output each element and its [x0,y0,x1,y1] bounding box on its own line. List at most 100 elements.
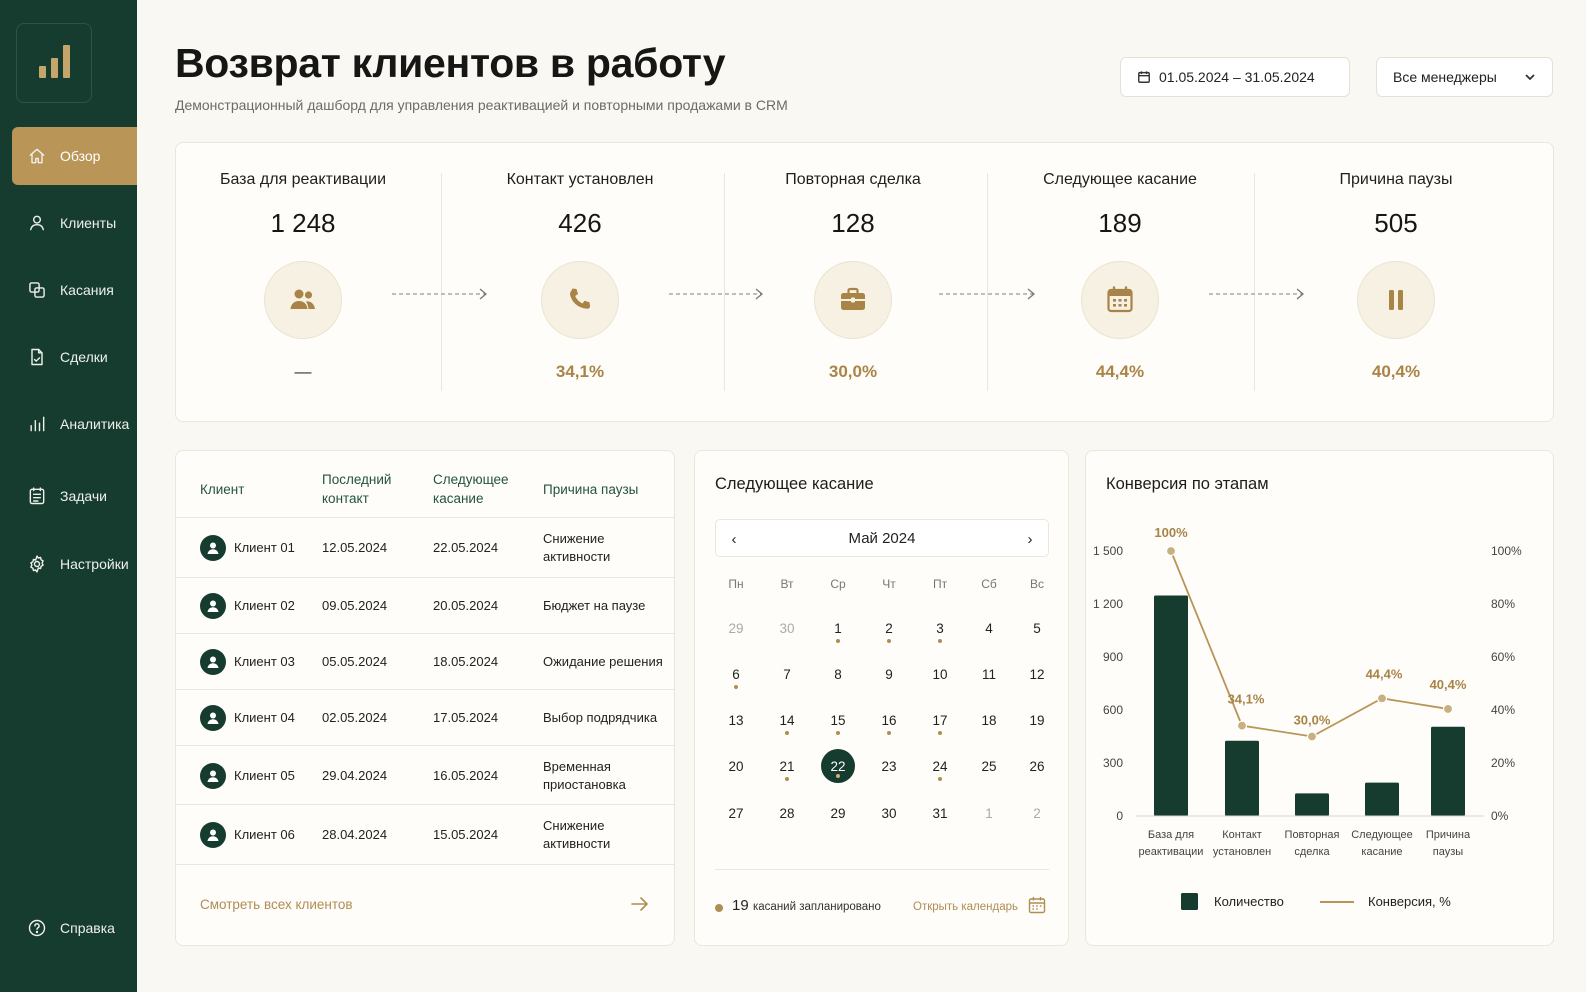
calendar-day[interactable]: 14 [767,711,807,745]
avatar [200,822,226,848]
table-row[interactable]: Клиент 02 09.05.2024 20.05.2024 Бюджет н… [176,577,674,633]
calendar-day[interactable]: 20 [716,757,756,791]
table-row[interactable]: Клиент 04 02.05.2024 17.05.2024 Выбор по… [176,689,674,745]
arrow-right-icon [392,288,488,300]
see-all-clients-link[interactable]: Смотреть всех клиентов [200,897,353,912]
calendar-day[interactable]: 31 [920,804,960,838]
calendar-day[interactable]: 23 [869,757,909,791]
sidebar-item-help[interactable]: Справка [12,899,137,957]
avatar [200,593,226,619]
day-number: 30 [881,806,897,821]
conversion-chart: 0 300 600 900 1 200 1 500 0% 20% 40% 60% 80% 100% 10… [1093,525,1522,910]
calendar-day[interactable]: 2 [1017,804,1057,838]
y-right-tick-label: 0% [1491,809,1509,823]
calendar-icon[interactable] [1028,896,1046,914]
pause-reason: Ожидание решения [543,654,663,669]
stage-title: База для реактивации [219,171,387,188]
weekday-label: Ср [830,577,846,591]
calendar-day[interactable]: 27 [716,804,756,838]
next-touch-date: 16.05.2024 [433,767,499,783]
calendar-day[interactable]: 7 [767,665,807,699]
table-row[interactable]: Клиент 03 05.05.2024 18.05.2024 Ожидание… [176,633,674,689]
calendar-day[interactable]: 12 [1017,665,1057,699]
event-dot [938,731,942,735]
data-label: 44,4% [1366,666,1403,681]
day-number: 13 [728,713,744,728]
calendar-day[interactable]: 29 [818,804,858,838]
next-touch-date: 18.05.2024 [433,654,499,669]
page-subtitle: Демонстрационный дашборд для управления … [175,97,788,113]
day-number: 7 [783,667,791,682]
x-tick-label: реактивации [1139,846,1204,858]
day-number: 28 [779,806,795,821]
sidebar-item-1[interactable]: Клиенты [12,194,137,252]
calendar-day[interactable]: 6 [716,665,756,699]
arrow-right-icon[interactable] [631,896,649,912]
calendar-day[interactable]: 1 [969,804,1009,838]
sidebar-item-5[interactable]: Задачи [12,467,137,525]
calendar-day[interactable]: 17 [920,711,960,745]
calendar-day[interactable]: 30 [767,619,807,653]
calendar-day[interactable]: 21 [767,757,807,791]
weekday-label: Вс [1029,577,1044,591]
sidebar-item-6[interactable]: Настройки [12,535,137,593]
calendar-day[interactable]: 9 [869,665,909,699]
sidebar-item-3[interactable]: Сделки [12,328,137,386]
bar-chart-logo-icon[interactable] [16,23,92,103]
day-number: 29 [728,621,744,636]
bar [1154,595,1188,816]
table-row[interactable]: Клиент 01 12.05.2024 22.05.2024 Снижение… [176,517,674,577]
calendar-day[interactable]: 3 [920,619,960,653]
avatar [200,535,226,561]
calendar-day[interactable]: 24 [920,757,960,791]
sidebar-item-4[interactable]: Аналитика [12,395,137,453]
calendar-day[interactable]: 2 [869,619,909,653]
funnel-stage: Причина паузы 505 40,4% [1266,143,1526,423]
day-number: 8 [834,667,842,682]
calendar-day[interactable]: 5 [1017,619,1057,653]
x-tick-label: База для [1148,829,1194,841]
calendar-day[interactable]: 28 [767,804,807,838]
day-number: 11 [981,667,996,682]
sidebar-item-label: Справка [60,920,115,936]
sidebar-item-0[interactable]: Обзор [12,127,137,185]
open-calendar-link[interactable]: Открыть календарь [913,901,1018,913]
stage-value: 426 [558,208,602,238]
calendar-day[interactable]: 25 [969,757,1009,791]
chevron-right-icon[interactable]: › [1020,529,1040,549]
calendar-day[interactable]: 8 [818,665,858,699]
calendar-month: Май 2024 [848,530,916,547]
date-range-picker[interactable]: 01.05.2024 – 31.05.2024 [1120,57,1350,97]
table-row[interactable]: Клиент 06 28.04.2024 15.05.2024 Снижение… [176,804,674,864]
client-name: Клиент 03 [234,654,295,669]
calendar-day[interactable]: 15 [818,711,858,745]
table-row[interactable]: Клиент 05 29.04.2024 16.05.2024 Временна… [176,745,674,804]
calendar-day[interactable]: 30 [869,804,909,838]
calendar-day[interactable]: 26 [1017,757,1057,791]
calendar-day[interactable]: 29 [716,619,756,653]
calendar-day[interactable]: 13 [716,711,756,745]
manager-select[interactable]: Все менеджеры [1376,57,1553,97]
weekday-label: Пт [932,577,948,591]
sidebar-item-label: Клиенты [60,215,117,231]
day-number: 1 [834,621,842,636]
sidebar-item-2[interactable]: Касания [12,261,137,319]
calendar-day[interactable]: 10 [920,665,960,699]
x-tick-label: Следующее [1351,829,1413,841]
next-touch-date: 22.05.2024 [433,540,499,555]
client-name: Клиент 04 [234,710,295,725]
calendar-day-selected[interactable]: 22 [818,749,858,791]
calendar-day[interactable]: 4 [969,619,1009,653]
arrow-right-icon [939,288,1036,300]
calendar-day[interactable]: 11 [969,665,1009,699]
calendar-day[interactable]: 18 [969,711,1009,745]
stage-value: 189 [1098,208,1142,238]
day-number: 5 [1033,621,1041,636]
calendar-day[interactable]: 1 [818,619,858,653]
divider [1254,173,1255,391]
calendar-day[interactable]: 16 [869,711,909,745]
calendar-day[interactable]: 19 [1017,711,1057,745]
users-icon [264,261,342,339]
next-touch-date: 15.05.2024 [433,827,499,842]
stage-value: 505 [1374,208,1418,238]
